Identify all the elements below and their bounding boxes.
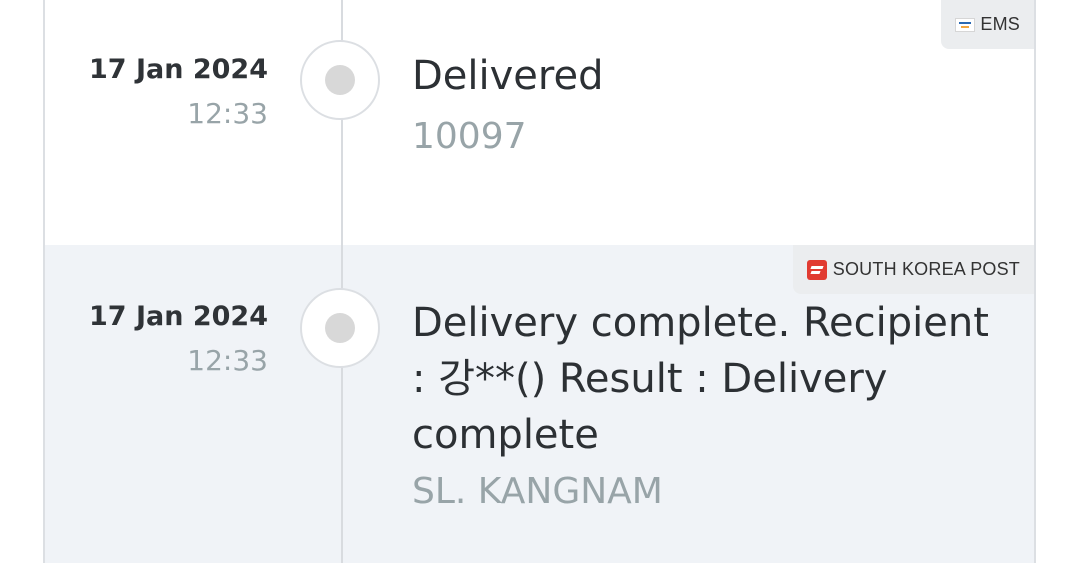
carrier-name: SOUTH KOREA POST [832,259,1020,279]
event-time: 12:33 [187,97,268,130]
timeline-dot [300,288,380,368]
korea-post-logo-icon [806,259,827,280]
carrier-name: EMS [980,14,1020,34]
tracking-event: EMS 17 Jan 2024 12:33 Delivered 10097 [45,0,1034,245]
event-location: SL. KANGNAM [412,471,663,512]
timeline-dot-inner [325,65,355,95]
event-content: Delivered 10097 [412,48,992,162]
tracking-event: SOUTH KOREA POST 17 Jan 2024 12:33 Deliv… [45,245,1034,563]
timeline-dot-inner [325,313,355,343]
event-location: 10097 [412,116,527,157]
event-date: 17 Jan 2024 [88,54,268,85]
carrier-badge-ems: EMS [941,0,1034,49]
tracking-timeline-card: EMS 17 Jan 2024 12:33 Delivered 10097 SO… [43,0,1036,563]
event-datetime: 17 Jan 2024 12:33 [89,299,268,381]
event-status: Delivered [412,53,604,99]
event-time: 12:33 [187,344,268,377]
event-datetime: 17 Jan 2024 12:33 [89,52,268,134]
ems-logo-icon [955,17,976,32]
event-content: Delivery complete. Recipient : 강**() Res… [412,295,992,517]
carrier-badge-korea-post: SOUTH KOREA POST [792,245,1034,294]
event-date: 17 Jan 2024 [88,301,268,332]
timeline-dot [300,40,380,120]
event-status: Delivery complete. Recipient : 강**() Res… [412,300,989,458]
